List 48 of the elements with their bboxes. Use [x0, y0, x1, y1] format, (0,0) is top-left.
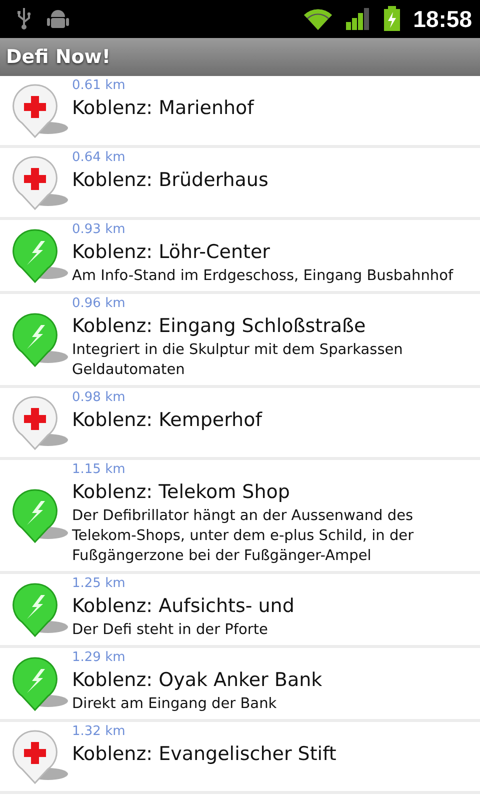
location-item[interactable]: 1.25 km Koblenz: Aufsichts- und Der Defi steht in der Pforte	[0, 574, 480, 648]
distance-text: 0.93 km	[72, 221, 126, 238]
distance-text: 0.96 km	[72, 295, 126, 312]
distance-text: 1.32 km	[72, 723, 126, 740]
location-name: Koblenz: Aufsichts- und	[72, 594, 296, 619]
location-name: Koblenz: Löhr-Center	[72, 240, 271, 265]
distance-text: 0.98 km	[72, 389, 126, 406]
location-name: Koblenz: Brüderhaus	[72, 168, 270, 193]
distance-text: 0.64 km	[72, 149, 126, 166]
location-item[interactable]: 0.98 km Koblenz: Kemperhof	[0, 388, 480, 460]
location-description: Integriert in die Skulptur mit dem Sparkassen Geldautomaten	[72, 341, 404, 380]
hospital-pin-icon	[12, 394, 70, 450]
hospital-pin-icon	[12, 82, 70, 138]
location-item[interactable]: 1.15 km Koblenz: Telekom Shop Der Defibrillator hängt an der Aussenwand des Telekom-Shops, unter dem e-plus Schild, in der Fußgängerzone bei der Fußgänger-Ampel	[0, 460, 480, 574]
location-name: Koblenz: Eingang Schloßstraße	[72, 314, 367, 339]
distance-text: 1.29 km	[72, 649, 126, 666]
lightning-pin-icon	[12, 656, 70, 712]
location-name: Koblenz: Kemperhof	[72, 408, 264, 433]
distance-text: 1.25 km	[72, 575, 126, 592]
distance-text: 1.15 km	[72, 461, 126, 478]
location-name: Koblenz: Telekom Shop	[72, 480, 291, 505]
location-item[interactable]: 0.96 km Koblenz: Eingang Schloßstraße Integriert in die Skulptur mit dem Sparkassen Geldautomaten	[0, 294, 480, 388]
usb-icon	[16, 7, 32, 31]
location-description: Der Defibrillator hängt an der Aussenwand des Telekom-Shops, unter dem e-plus Schild, in der Fußgängerzone bei der Fußgänger-Ampel	[72, 507, 415, 566]
location-item[interactable]: 0.93 km Koblenz: Löhr-Center Am Info-Stand im Erdgeschoss, Eingang Busbahnhof	[0, 220, 480, 294]
distance-text: 0.61 km	[72, 77, 126, 94]
location-name: Koblenz: Evangelischer Stift	[72, 742, 338, 767]
location-item[interactable]: 1.32 km Koblenz: Evangelischer Stift	[0, 722, 480, 794]
android-icon	[46, 8, 70, 30]
battery-charging-icon	[383, 6, 402, 32]
lightning-pin-icon	[12, 228, 70, 284]
lightning-pin-icon	[12, 582, 70, 638]
wifi-icon	[303, 7, 334, 31]
app-title: Defi Now!	[6, 46, 111, 68]
location-description: Der Defi steht in der Pforte	[72, 621, 269, 640]
hospital-pin-icon	[12, 728, 70, 784]
location-name: Koblenz: Oyak Anker Bank	[72, 668, 324, 693]
hospital-pin-icon	[12, 154, 70, 210]
location-description: Am Info-Stand im Erdgeschoss, Eingang Busbahnhof	[72, 267, 454, 286]
lightning-pin-icon	[12, 488, 70, 544]
location-name: Koblenz: Marienhof	[72, 96, 256, 121]
location-description: Direkt am Eingang der Bank	[72, 695, 278, 714]
location-item[interactable]: 0.64 km Koblenz: Brüderhaus	[0, 148, 480, 220]
status-time: 18:58	[413, 6, 472, 32]
location-item[interactable]: 1.29 km Koblenz: Oyak Anker Bank Direkt am Eingang der Bank	[0, 648, 480, 722]
signal-icon	[345, 7, 372, 31]
location-item[interactable]: 0.61 km Koblenz: Marienhof	[0, 76, 480, 148]
lightning-pin-icon	[12, 312, 70, 368]
